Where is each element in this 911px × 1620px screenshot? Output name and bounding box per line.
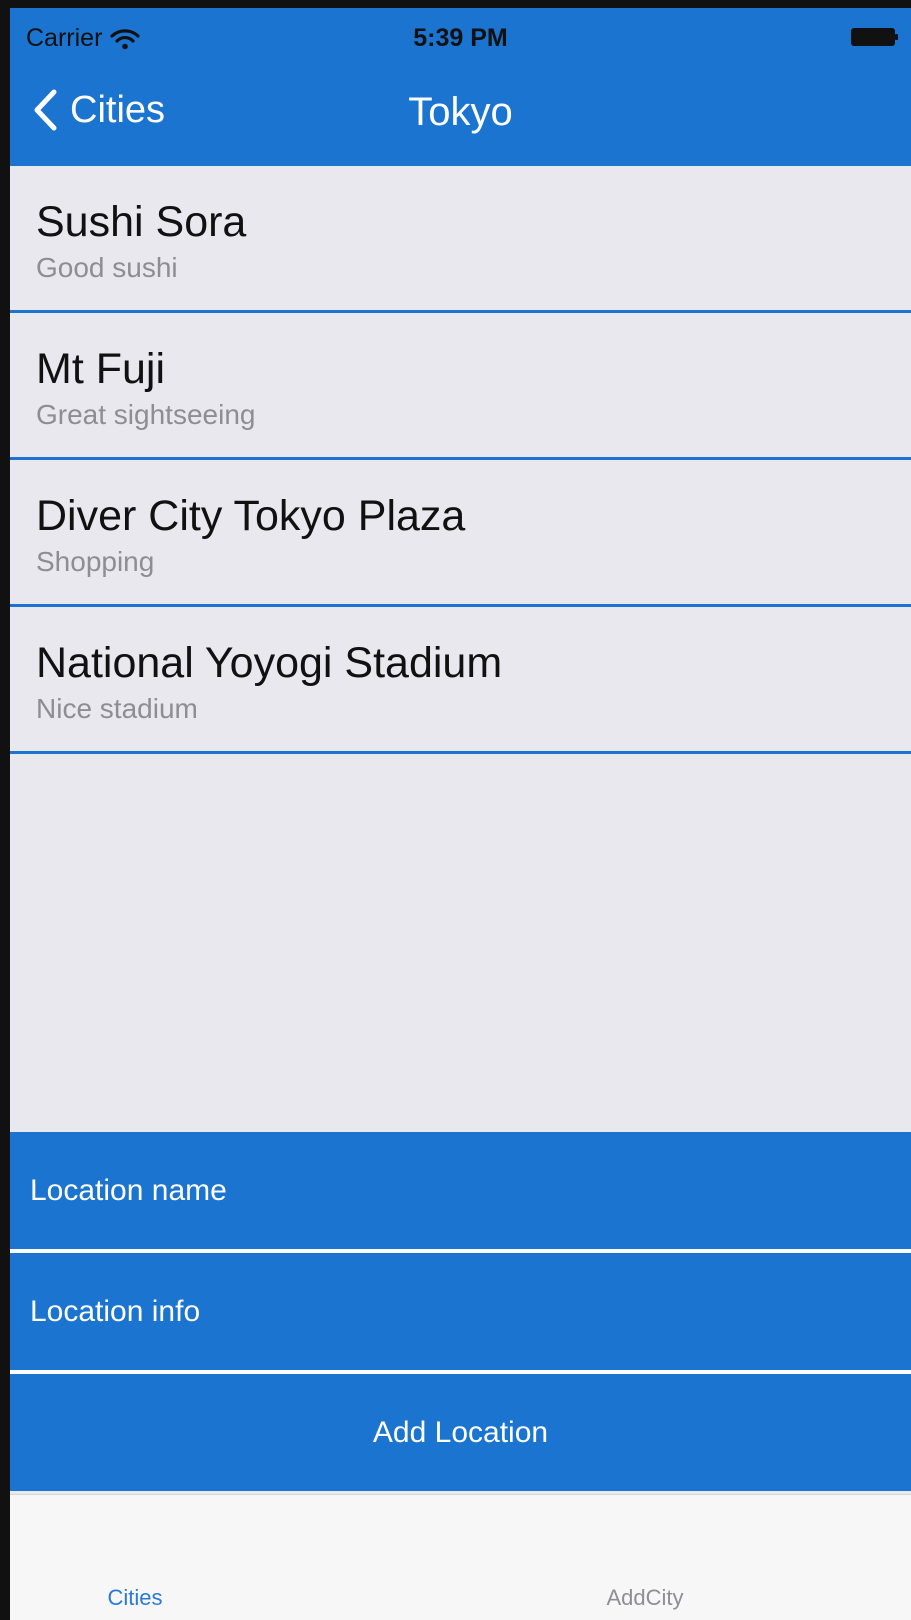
add-location-form: Add Location [10,1132,911,1491]
header: Carrier 5:39 PM Cities Tokyo [10,8,911,166]
location-info: Good sushi [36,252,178,283]
tab-cities[interactable]: Cities [10,1495,460,1620]
location-list: Sushi Sora Good sushi Mt Fuji Great sigh… [10,166,911,754]
page-title: Tokyo [408,90,513,134]
battery-icon [851,28,898,46]
location-info-field-container [10,1253,911,1374]
tab-cities-label: Cities [107,1585,163,1610]
add-location-button[interactable]: Add Location [10,1374,911,1491]
screen: Carrier 5:39 PM Cities Tokyo Sushi Sora … [10,8,911,1620]
app-frame: Carrier 5:39 PM Cities Tokyo Sushi Sora … [0,0,911,1620]
device-bezel-top [0,0,911,8]
location-info: Great sightseeing [36,399,256,430]
list-item[interactable]: National Yoyogi Stadium Nice stadium [10,607,911,754]
navigation-bar: Cities Tokyo [10,66,911,166]
status-time: 5:39 PM [413,24,508,52]
add-location-button-label: Add Location [372,1415,549,1449]
location-info: Nice stadium [36,693,198,724]
location-info: Shopping [36,546,155,577]
list-item[interactable]: Sushi Sora Good sushi [10,166,911,313]
tab-bar: Cities AddCity [10,1494,911,1620]
status-bar: Carrier 5:39 PM [10,8,911,64]
list-item[interactable]: Mt Fuji Great sightseeing [10,313,911,460]
list-item[interactable]: Diver City Tokyo Plaza Shopping [10,460,911,607]
location-name-input[interactable] [10,1132,911,1249]
location-name: Diver City Tokyo Plaza [36,492,466,540]
tab-add-city[interactable]: AddCity [460,1495,910,1620]
location-name-field-container [10,1132,911,1253]
tab-add-city-label: AddCity [606,1585,684,1610]
location-name: National Yoyogi Stadium [36,639,503,687]
location-info-input[interactable] [10,1253,911,1370]
location-name: Sushi Sora [36,198,247,246]
location-name: Mt Fuji [36,345,165,393]
device-bezel-left [0,0,10,1620]
